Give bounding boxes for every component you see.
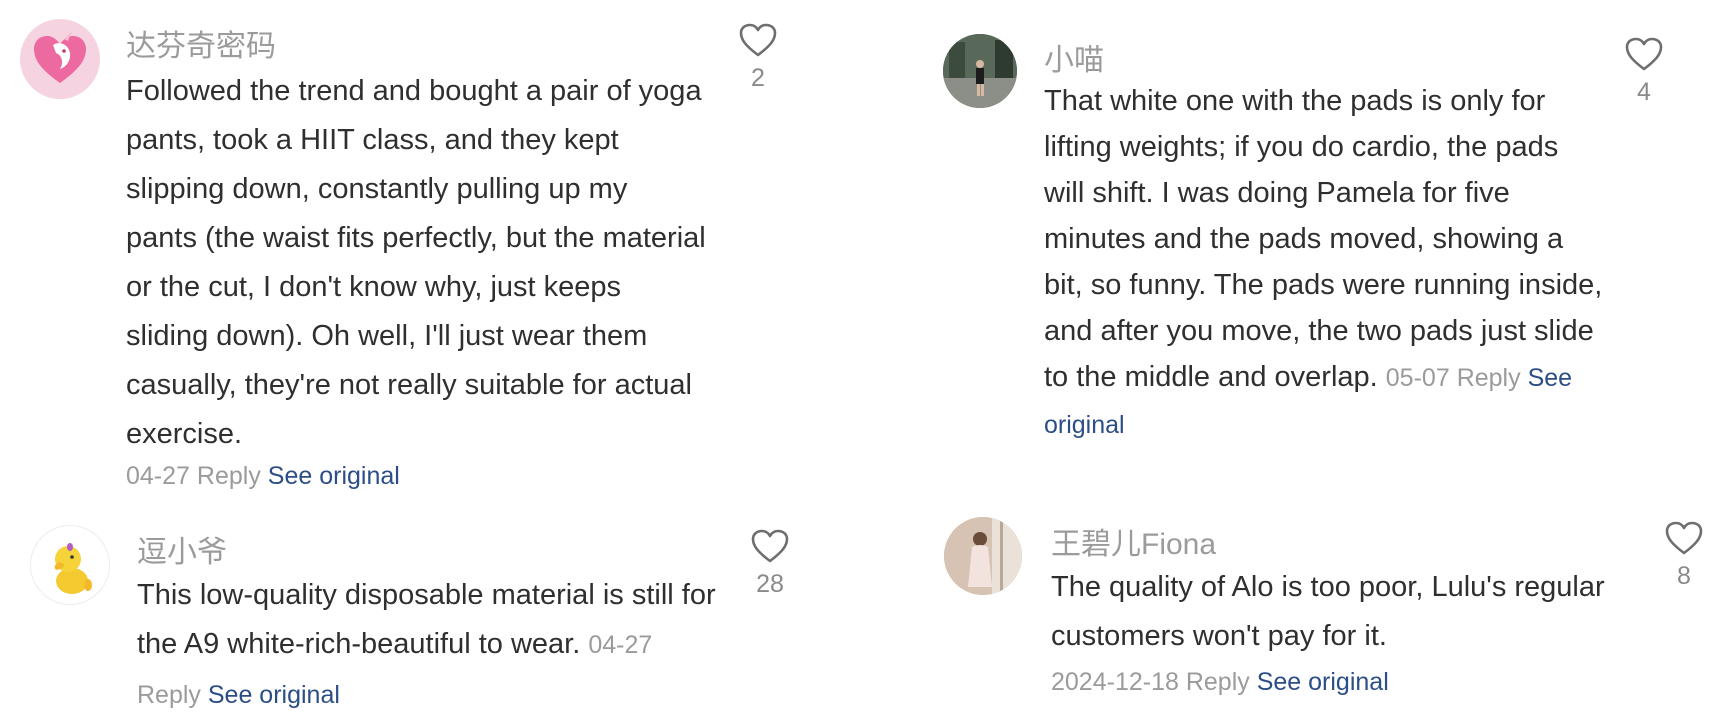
username[interactable]: 达芬奇密码 bbox=[126, 21, 276, 65]
comment-text: That white one with the pads is only for… bbox=[1044, 78, 1604, 448]
see-original-link[interactable]: See original bbox=[1257, 668, 1389, 696]
comment-date: 2024-12-18 bbox=[1051, 668, 1179, 696]
comment-text: Followed the trend and bought a pair of … bbox=[126, 67, 706, 459]
username[interactable]: 逗小爷 bbox=[137, 527, 227, 571]
username[interactable]: 王碧儿Fiona bbox=[1051, 519, 1216, 563]
avatar[interactable] bbox=[20, 19, 100, 99]
comment-date: 04-27 bbox=[588, 631, 653, 659]
heart-icon bbox=[739, 23, 777, 57]
comment-text-content: Followed the trend and bought a pair of … bbox=[126, 75, 706, 450]
comment-text: This low-quality disposable material is … bbox=[137, 571, 717, 720]
see-original-link[interactable]: See original bbox=[208, 681, 340, 709]
street-photo-icon bbox=[943, 34, 1017, 108]
comment-text: The quality of Alo is too poor, Lulu's r… bbox=[1051, 563, 1611, 661]
reply-button[interactable]: Reply bbox=[1457, 364, 1521, 392]
unicorn-heart-icon bbox=[34, 31, 86, 83]
reply-button[interactable]: Reply bbox=[1186, 668, 1250, 696]
like-count: 8 bbox=[1677, 562, 1691, 590]
like-button[interactable]: 2 bbox=[728, 22, 788, 93]
duck-icon bbox=[54, 543, 92, 594]
comment-date: 05-07 bbox=[1385, 364, 1450, 392]
see-original-link[interactable]: See original bbox=[268, 462, 400, 490]
like-count: 28 bbox=[756, 570, 784, 598]
like-button[interactable]: 28 bbox=[740, 528, 800, 599]
like-button[interactable]: 8 bbox=[1654, 520, 1714, 591]
avatar[interactable] bbox=[944, 517, 1022, 595]
reply-button[interactable]: Reply bbox=[137, 681, 201, 709]
heart-icon bbox=[1625, 37, 1663, 71]
comment-meta: 2024-12-18 Reply See original bbox=[1051, 668, 1389, 697]
username[interactable]: 小喵 bbox=[1044, 35, 1104, 79]
comment-meta: 04-27 Reply See original bbox=[126, 462, 400, 491]
like-count: 4 bbox=[1637, 78, 1651, 106]
like-count: 2 bbox=[751, 64, 765, 92]
like-button[interactable]: 4 bbox=[1614, 36, 1674, 107]
comment-text-content: That white one with the pads is only for… bbox=[1044, 85, 1603, 393]
avatar[interactable] bbox=[30, 525, 110, 605]
avatar[interactable] bbox=[943, 34, 1017, 108]
comment-text-content: The quality of Alo is too poor, Lulu's r… bbox=[1051, 571, 1605, 652]
comment-date: 04-27 bbox=[126, 462, 190, 490]
heart-icon bbox=[1665, 521, 1703, 555]
heart-icon bbox=[751, 529, 789, 563]
reply-button[interactable]: Reply bbox=[197, 462, 261, 490]
woman-photo-icon bbox=[944, 517, 1022, 595]
